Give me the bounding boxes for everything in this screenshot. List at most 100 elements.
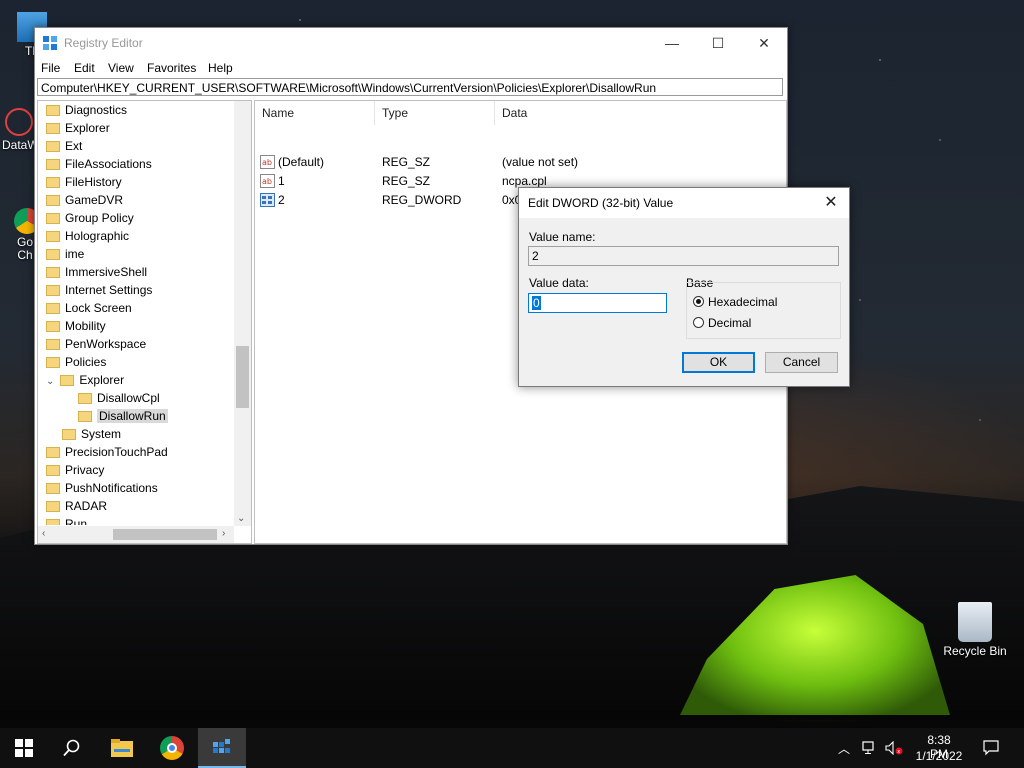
folder-icon	[46, 213, 60, 224]
minimize-button[interactable]: —	[649, 28, 695, 58]
tree-item[interactable]: Mobility	[46, 317, 106, 335]
tree-item[interactable]: Explorer	[46, 119, 110, 137]
tree-item[interactable]: FileHistory	[46, 173, 122, 191]
window-title: Registry Editor	[64, 36, 143, 50]
tree-item-disallowcpl[interactable]: DisallowCpl	[78, 389, 160, 407]
value-name: 1	[278, 174, 285, 188]
taskbar: ︿ x 8:38 PM 1/1/2022	[0, 728, 1024, 768]
clock-date[interactable]: 1/1/2022	[913, 749, 965, 763]
value-data-input[interactable]: 0	[528, 293, 667, 313]
chevron-down-icon[interactable]: ⌄	[237, 513, 245, 524]
atom-icon	[5, 108, 33, 136]
tree-item[interactable]: ImmersiveShell	[46, 263, 147, 281]
menu-favorites[interactable]: Favorites	[147, 61, 196, 75]
tree-item[interactable]: Run	[46, 515, 87, 525]
radio-hexadecimal[interactable]: Hexadecimal	[693, 295, 777, 309]
taskbar-registry-editor[interactable]	[198, 728, 246, 768]
table-row[interactable]: ab (Default) REG_SZ (value not set)	[255, 153, 786, 172]
value-name: (Default)	[278, 155, 325, 169]
show-hidden-icons-chevron-up-icon[interactable]: ︿	[838, 740, 850, 757]
windows-logo-icon	[15, 739, 33, 757]
value-data-label: Value data:	[529, 276, 589, 290]
tree-item[interactable]: RADAR	[46, 497, 107, 515]
menu-edit[interactable]: Edit	[74, 61, 95, 75]
dialog-body: Value name: 2 Value data: 0 Base Hexadec…	[519, 218, 849, 386]
dialog-title-bar[interactable]: Edit DWORD (32-bit) Value ✕	[519, 188, 849, 218]
column-header-type[interactable]: Type	[375, 101, 495, 125]
tree-vertical-scrollbar[interactable]: ⌄	[234, 101, 251, 526]
value-data-text: 0	[532, 296, 541, 310]
chrome-icon-center	[167, 743, 177, 753]
folder-icon	[46, 303, 60, 314]
tree-item[interactable]: GameDVR	[46, 191, 123, 209]
desktop-icon-dataw[interactable]: DataW	[2, 108, 39, 152]
title-bar[interactable]: Registry Editor — ☐ ✕	[35, 28, 787, 58]
desktop-icon-label: Recycle Bin	[943, 644, 1007, 658]
tree-item-explorer[interactable]: ⌄ Explorer	[46, 371, 124, 389]
tree-item[interactable]: ime	[46, 245, 84, 263]
address-bar[interactable]: Computer\HKEY_CURRENT_USER\SOFTWARE\Micr…	[37, 78, 783, 96]
svg-text:ab: ab	[262, 177, 272, 186]
tree-horizontal-scrollbar[interactable]: ‹ ›	[38, 526, 234, 543]
tree-item[interactable]: Group Policy	[46, 209, 134, 227]
tree-item[interactable]: Internet Settings	[46, 281, 152, 299]
radio-selected-icon	[693, 296, 704, 307]
dialog-close-button[interactable]: ✕	[817, 189, 845, 217]
action-center-icon[interactable]	[983, 740, 999, 756]
tree-item[interactable]: Holographic	[46, 227, 129, 245]
volume-muted-icon[interactable]: x	[885, 741, 903, 755]
chevron-right-icon[interactable]: ›	[222, 528, 225, 539]
radio-decimal[interactable]: Decimal	[693, 316, 751, 330]
start-button[interactable]	[0, 728, 48, 768]
key-tree[interactable]: Diagnostics Explorer Ext FileAssociation…	[37, 100, 252, 544]
folder-icon	[46, 141, 60, 152]
value-type: REG_SZ	[382, 155, 431, 169]
tree-item[interactable]: PushNotifications	[46, 479, 158, 497]
desktop-icon-recycle-bin[interactable]: Recycle Bin	[940, 602, 1010, 658]
folder-icon	[46, 267, 60, 278]
tree-item[interactable]: FileAssociations	[46, 155, 152, 173]
registry-editor-icon	[213, 739, 230, 753]
network-icon[interactable]	[862, 741, 878, 755]
folder-icon	[62, 429, 76, 440]
folder-icon	[46, 159, 60, 170]
value-name: 2	[278, 193, 285, 207]
menu-help[interactable]: Help	[208, 61, 233, 75]
cancel-button[interactable]: Cancel	[765, 352, 838, 373]
chevron-down-icon[interactable]: ⌄	[46, 376, 54, 387]
folder-icon	[78, 393, 92, 404]
tree-item-system[interactable]: System	[62, 425, 121, 443]
tree-item-disallowrun[interactable]: DisallowRun	[78, 407, 168, 425]
close-button[interactable]: ✕	[741, 28, 787, 58]
registry-editor-icon	[43, 36, 57, 50]
column-header-data[interactable]: Data	[495, 101, 785, 125]
folder-icon	[46, 105, 60, 116]
folder-icon	[46, 177, 60, 188]
tree-item[interactable]: PenWorkspace	[46, 335, 146, 353]
column-header-name[interactable]: Name	[255, 101, 375, 125]
tree-item[interactable]: Lock Screen	[46, 299, 132, 317]
tree-item[interactable]: Diagnostics	[46, 101, 127, 119]
search-button[interactable]	[48, 728, 96, 768]
ok-button[interactable]: OK	[682, 352, 755, 373]
string-value-icon: ab	[260, 155, 275, 169]
maximize-button[interactable]: ☐	[695, 28, 741, 58]
menu-bar: File Edit View Favorites Help	[35, 58, 787, 78]
menu-file[interactable]: File	[41, 61, 60, 75]
desktop-icon-google-chrome[interactable]: Go Ch	[14, 208, 40, 262]
scrollbar-thumb[interactable]	[236, 346, 249, 408]
taskbar-chrome[interactable]	[148, 728, 196, 768]
taskbar-file-explorer[interactable]	[98, 728, 146, 768]
folder-icon	[46, 123, 60, 134]
tree-item[interactable]: Privacy	[46, 461, 104, 479]
tree-item-policies[interactable]: Policies	[46, 353, 106, 371]
scrollbar-thumb[interactable]	[113, 529, 217, 540]
menu-view[interactable]: View	[108, 61, 134, 75]
value-type: REG_SZ	[382, 174, 431, 188]
folder-icon	[46, 339, 60, 350]
tree-item[interactable]: Ext	[46, 137, 82, 155]
chevron-left-icon[interactable]: ‹	[42, 528, 45, 539]
folder-icon	[46, 321, 60, 332]
string-value-icon: ab	[260, 174, 275, 188]
tree-item[interactable]: PrecisionTouchPad	[46, 443, 168, 461]
